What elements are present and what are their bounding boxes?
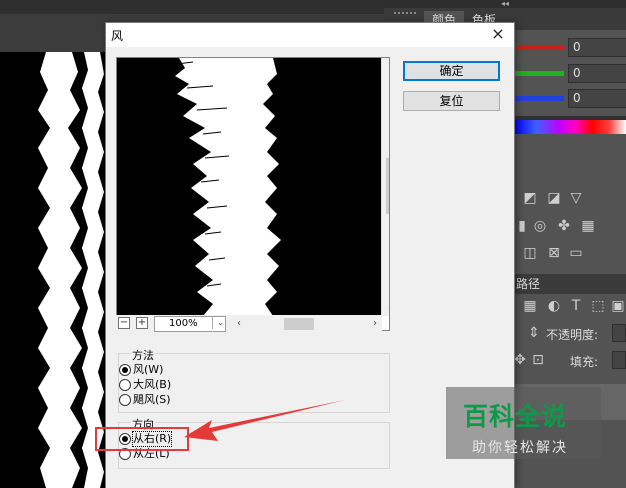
- curves-icon[interactable]: ◩: [522, 190, 538, 206]
- close-icon[interactable]: ×: [490, 25, 506, 43]
- selective-color-icon[interactable]: ▭: [568, 245, 584, 261]
- radio-stagger-button[interactable]: [119, 394, 131, 406]
- lock-pixels-icon[interactable]: ▦: [522, 298, 538, 314]
- watermark-subtitle: 助你轻松解决: [472, 440, 568, 456]
- fill-label: 填充:: [570, 355, 599, 369]
- channel-mixer-icon[interactable]: ✤: [556, 218, 572, 234]
- red-slider[interactable]: [514, 45, 564, 50]
- color-lookup-icon[interactable]: ▦: [580, 218, 596, 234]
- watermark: 百科全说 助你轻松解决: [446, 387, 601, 459]
- radio-blast-button[interactable]: [119, 379, 131, 391]
- scroll-right-icon[interactable]: ›: [368, 315, 382, 333]
- dialog-title: 风: [111, 29, 124, 43]
- opacity-field[interactable]: [612, 324, 626, 342]
- vibrance-icon[interactable]: ▮: [514, 218, 530, 234]
- tab-paths[interactable]: 路径: [514, 274, 626, 294]
- blue-value-field[interactable]: 0: [568, 89, 626, 108]
- opacity-label: 不透明度:: [546, 328, 599, 342]
- reset-button[interactable]: 复位: [403, 91, 500, 111]
- green-slider[interactable]: [514, 71, 564, 76]
- dialog-titlebar[interactable]: 风 ×: [106, 23, 514, 47]
- stepper-icon[interactable]: ⇕: [526, 325, 542, 341]
- fill-field[interactable]: [612, 351, 626, 369]
- preview-vertical-scrollbar[interactable]: ⌃ ⌄: [381, 58, 389, 316]
- adjust-layer-icon[interactable]: ◐: [546, 298, 562, 314]
- preview-horizontal-scrollbar[interactable]: ‹ ›: [232, 315, 382, 333]
- scroll-left-icon[interactable]: ‹: [232, 315, 246, 333]
- radio-stagger-label: 飓风(S): [133, 393, 171, 406]
- color-spectrum[interactable]: [514, 120, 626, 134]
- photo-filter-icon[interactable]: ◎: [532, 218, 548, 234]
- blue-slider[interactable]: [514, 96, 564, 101]
- zoom-out-button[interactable]: −: [118, 317, 130, 329]
- blue-slider-row: 0: [514, 89, 626, 109]
- zoom-in-button[interactable]: +: [136, 317, 148, 329]
- smart-object-icon[interactable]: ▣: [610, 298, 626, 314]
- transform-icon[interactable]: ⬚: [590, 298, 606, 314]
- ok-button[interactable]: 确定: [403, 61, 500, 81]
- text-layer-icon[interactable]: T: [568, 298, 584, 314]
- vertical-scroll-thumb[interactable]: [386, 158, 389, 214]
- collapse-panel-icon[interactable]: ◂◂: [384, 0, 626, 8]
- scroll-up-icon[interactable]: ⌃: [382, 58, 389, 74]
- radio-wind-label: 风(W): [133, 363, 164, 376]
- filter-preview[interactable]: ⌃ ⌄: [116, 57, 390, 331]
- horizontal-scroll-thumb[interactable]: [284, 318, 314, 330]
- method-group-label: 方法: [131, 347, 155, 363]
- radio-blast-label: 大风(B): [133, 378, 172, 391]
- options-bar: [0, 0, 384, 14]
- annotation-highlight-box: [95, 427, 189, 451]
- green-slider-row: 0: [514, 64, 626, 84]
- preview-zoom-bar: − + 100% ⌄ ‹ ›: [116, 315, 382, 333]
- threshold-icon[interactable]: ⊠: [546, 245, 562, 261]
- zoom-level-value: 100%: [169, 318, 198, 329]
- green-value-field[interactable]: 0: [568, 64, 626, 83]
- watermark-title: 百科全说: [463, 402, 568, 431]
- radio-wind-button[interactable]: [119, 364, 131, 376]
- artboard-lock-icon[interactable]: ⊡: [530, 352, 546, 368]
- scroll-down-icon[interactable]: ⌄: [382, 300, 389, 316]
- chevron-down-icon[interactable]: ⌄: [212, 317, 228, 329]
- red-slider-row: 0: [514, 38, 626, 58]
- gradient-triangle-icon[interactable]: ▽: [568, 190, 584, 206]
- red-value-field[interactable]: 0: [568, 38, 626, 57]
- exposure-icon[interactable]: ◪: [546, 190, 562, 206]
- panel-grip-icon[interactable]: [394, 12, 416, 18]
- posterize-icon[interactable]: ◫: [522, 245, 538, 261]
